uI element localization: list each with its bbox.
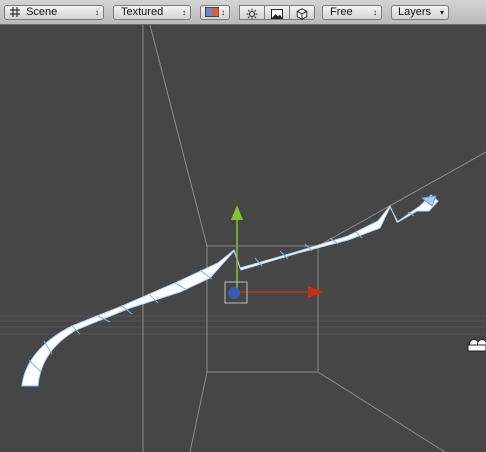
transform-gizmo[interactable]	[224, 205, 324, 304]
scene-view-window: Scene ↕ Textured ↕ ↕ Free ↕ Layers ▾	[0, 0, 486, 452]
dropdown-arrow-icon: ↕	[182, 8, 186, 17]
camera-mode-label: Free	[330, 6, 353, 18]
gizmos-toggle-button[interactable]	[289, 5, 315, 20]
sun-lighting-icon	[246, 7, 258, 25]
layers-dropdown[interactable]: Layers ▾	[391, 5, 449, 20]
draw-mode-dropdown[interactable]: Scene ↕	[4, 5, 104, 20]
dropdown-arrow-icon: ↕	[221, 8, 225, 17]
layers-label: Layers	[398, 6, 432, 18]
scene-viewport[interactable]	[0, 25, 486, 452]
cube-gizmo-icon	[296, 7, 308, 25]
camera-icon[interactable]	[467, 339, 486, 352]
scene-fx-toggle-button[interactable]	[264, 5, 290, 20]
dropdown-arrow-icon: ▾	[439, 8, 444, 17]
y-axis-arrow-icon[interactable]	[231, 205, 243, 220]
dropdown-arrow-icon: ↕	[373, 8, 377, 17]
color-swatch-dropdown[interactable]: ↕	[200, 5, 230, 20]
color-swatch-icon	[205, 7, 219, 21]
render-mode-dropdown[interactable]: Textured ↕	[113, 5, 191, 20]
z-axis-center-handle[interactable]	[228, 287, 240, 299]
draw-mode-label: Scene	[26, 6, 58, 18]
render-mode-label: Textured	[121, 6, 164, 18]
camera-mode-dropdown[interactable]: Free ↕	[322, 5, 382, 20]
camera-frustum-lines	[142, 25, 486, 452]
grid-icon	[9, 6, 21, 22]
x-axis-arrow-icon[interactable]	[308, 286, 324, 298]
lighting-toggle-button[interactable]	[239, 5, 265, 20]
scene-toolbar: Scene ↕ Textured ↕ ↕ Free ↕ Layers ▾	[0, 0, 486, 25]
image-fx-icon	[271, 7, 283, 25]
dropdown-arrow-icon: ↕	[95, 8, 99, 17]
